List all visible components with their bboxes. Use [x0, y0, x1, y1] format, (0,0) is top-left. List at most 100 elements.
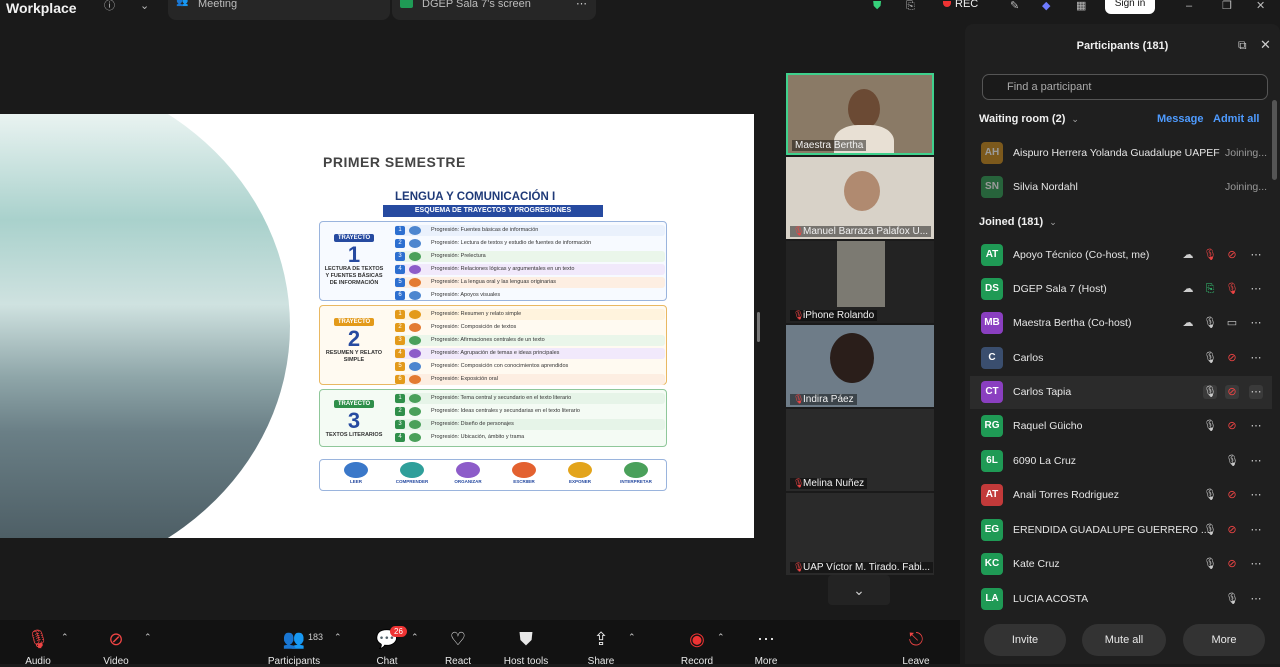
host-tools-button[interactable]: ⛊ Host tools	[500, 628, 552, 667]
invite-button[interactable]: Invite	[984, 624, 1066, 656]
chevron-up-icon[interactable]: ⌃	[334, 632, 342, 643]
video-tile[interactable]: 🎙Manuel Barraza Palafox U...	[786, 157, 934, 239]
participant-row[interactable]: MB Maestra Bertha (Co-host) ☁ 🎙 ▭ ⋯	[970, 307, 1272, 340]
chevron-up-icon[interactable]: ⌃	[628, 632, 636, 643]
minimize-icon[interactable]: –	[1186, 0, 1192, 12]
splitter-handle[interactable]	[757, 312, 760, 342]
panel-title: Participants (181)	[1076, 40, 1169, 52]
more-icon[interactable]: ⋯	[1249, 316, 1263, 330]
video-tile[interactable]: 🎙Indira Páez	[786, 325, 934, 407]
more-icon[interactable]: ⋯	[1249, 419, 1263, 433]
share-button[interactable]: ⇪ Share	[584, 628, 618, 667]
video-tile-name: 🎙iPhone Rolando	[790, 310, 878, 321]
chevron-up-icon[interactable]: ⌃	[144, 632, 152, 643]
more-icon[interactable]: ⋯	[1249, 385, 1263, 399]
waiting-participant-row[interactable]: AH Aispuro Herrera Yolanda Guadalupe UAP…	[970, 137, 1272, 170]
apps-icon[interactable]: ▦	[1076, 0, 1086, 12]
participant-row[interactable]: AT Apoyo Técnico (Co-host, me) ☁ 🎙 ⊘ ⋯	[970, 239, 1272, 272]
mic-icon[interactable]: 🎙	[1203, 557, 1217, 571]
react-button[interactable]: ♡ React	[440, 628, 476, 667]
participant-row[interactable]: EG ERENDIDA GUADALUPE GUERRERO ... 🎙 ⊘ ⋯	[970, 514, 1272, 547]
share-screen-icon[interactable]: ⎘	[906, 0, 915, 12]
more-icon[interactable]: ⋯	[1249, 557, 1263, 571]
scrollbar[interactable]	[1272, 100, 1277, 180]
mic-icon[interactable]: 🎙	[1225, 454, 1239, 468]
pop-out-icon[interactable]: ⧉	[1238, 38, 1247, 53]
mic-icon[interactable]: 🎙	[1203, 385, 1217, 399]
more-icon[interactable]: ⋯	[1249, 523, 1263, 537]
more-button[interactable]: More	[1183, 624, 1265, 656]
audio-button[interactable]: 🎙 Audio	[20, 628, 56, 667]
message-link[interactable]: Message	[1157, 113, 1203, 125]
participant-name: Aispuro Herrera Yolanda Guadalupe UAPEF	[1013, 147, 1220, 159]
search-input[interactable]: Find a participant	[982, 74, 1268, 100]
more-toolbar-button[interactable]: ⋯ More	[748, 628, 784, 667]
record-button[interactable]: ◉ Record	[677, 628, 717, 667]
muted-mic-icon[interactable]: 🎙	[1225, 282, 1239, 296]
joined-header[interactable]: Joined (181) ⌄	[979, 216, 1057, 228]
sign-in-button[interactable]: Sign in	[1105, 0, 1155, 14]
security-shield-icon[interactable]: ⛊	[873, 0, 881, 12]
participant-video	[848, 89, 880, 129]
participant-name: DGEP Sala 7 (Host)	[1013, 283, 1107, 295]
video-tile[interactable]: Maestra Bertha	[786, 73, 934, 155]
participant-row[interactable]: LA LUCIA ACOSTA 🎙 ⋯	[970, 583, 1272, 616]
chevron-up-icon[interactable]: ⌃	[411, 632, 419, 643]
participant-row[interactable]: C Carlos 🎙 ⊘ ⋯	[970, 342, 1272, 375]
close-window-icon[interactable]: ✕	[1256, 0, 1265, 12]
video-button[interactable]: ⊘ Video	[98, 628, 134, 667]
admit-all-link[interactable]: Admit all	[1213, 113, 1259, 125]
video-off-icon[interactable]: ⊘	[1225, 488, 1239, 502]
participant-row[interactable]: KC Kate Cruz 🎙 ⊘ ⋯	[970, 548, 1272, 581]
participant-row[interactable]: AT Anali Torres Rodriguez 🎙 ⊘ ⋯	[970, 479, 1272, 512]
video-off-icon[interactable]: ⊘	[1225, 351, 1239, 365]
chevron-down-icon[interactable]: ⌄	[140, 0, 149, 12]
progression-text: Progresión: Composición con conocimiento…	[431, 363, 569, 369]
more-icon[interactable]: ⋯	[576, 0, 587, 10]
recording-indicator[interactable]: REC	[943, 0, 978, 10]
video-off-icon[interactable]: ⊘	[1225, 248, 1239, 262]
more-icon[interactable]: ⋯	[1249, 282, 1263, 296]
mic-icon[interactable]: 🎙	[1203, 419, 1217, 433]
video-off-icon[interactable]: ⊘	[1225, 419, 1239, 433]
video-tile[interactable]: 🎙UAP Víctor M. Tirado. Fabi...	[786, 493, 934, 575]
scroll-down-button[interactable]: ⌄	[828, 575, 890, 605]
more-icon[interactable]: ⋯	[1249, 592, 1263, 606]
mic-icon[interactable]: 🎙	[1203, 351, 1217, 365]
maximize-icon[interactable]: ❐	[1222, 0, 1232, 12]
leave-button[interactable]: ⎋ Leave	[898, 628, 934, 667]
more-icon[interactable]: ⋯	[1249, 248, 1263, 262]
close-icon[interactable]: ✕	[1260, 37, 1271, 53]
info-icon[interactable]: ⓘ	[104, 0, 115, 12]
chevron-up-icon[interactable]: ⌃	[717, 632, 725, 643]
video-off-icon[interactable]: ⊘	[1225, 523, 1239, 537]
video-tile[interactable]: 🎙Melina Nuñez	[786, 409, 934, 491]
mic-icon[interactable]: 🎙	[1225, 592, 1239, 606]
pen-icon[interactable]: ✎	[1010, 0, 1019, 12]
mute-all-button[interactable]: Mute all	[1082, 624, 1166, 656]
video-tile[interactable]: 🎙iPhone Rolando	[786, 241, 934, 323]
muted-mic-icon: 🎙	[26, 629, 50, 649]
waiting-participant-row[interactable]: SN Silvia Nordahl Joining...	[970, 171, 1272, 204]
mic-icon[interactable]: 🎙	[1203, 523, 1217, 537]
mic-icon[interactable]: 🎙	[1203, 488, 1217, 502]
more-icon[interactable]: ⋯	[1249, 351, 1263, 365]
tab-meeting[interactable]: 👥 Meeting	[168, 0, 390, 20]
tab-shared-screen[interactable]: DGEP Sala 7's screen ⋯	[392, 0, 596, 20]
muted-mic-icon[interactable]: 🎙	[1203, 248, 1217, 262]
participant-row[interactable]: 6L 6090 La Cruz 🎙 ⋯	[970, 445, 1272, 478]
video-off-icon[interactable]: ⊘	[1225, 385, 1239, 399]
more-icon[interactable]: ⋯	[1249, 454, 1263, 468]
mic-icon[interactable]: 🎙	[1203, 316, 1217, 330]
chevron-up-icon[interactable]: ⌃	[61, 632, 69, 643]
waiting-room-header[interactable]: Waiting room (2) ⌄	[979, 113, 1079, 125]
participant-row[interactable]: RG Raquel Güicho 🎙 ⊘ ⋯	[970, 410, 1272, 443]
participant-row[interactable]: DS DGEP Sala 7 (Host) ☁ ⎘ 🎙 ⋯	[970, 273, 1272, 306]
chevron-down-icon: ⌄	[1049, 217, 1057, 227]
video-off-icon[interactable]: ⊘	[1225, 557, 1239, 571]
participant-row[interactable]: CT Carlos Tapia 🎙 ⊘ ⋯	[970, 376, 1272, 409]
ai-companion-icon[interactable]: ◆	[1042, 0, 1050, 12]
video-icon[interactable]: ▭	[1225, 316, 1239, 330]
avatar: LA	[981, 588, 1003, 610]
more-icon[interactable]: ⋯	[1249, 488, 1263, 502]
